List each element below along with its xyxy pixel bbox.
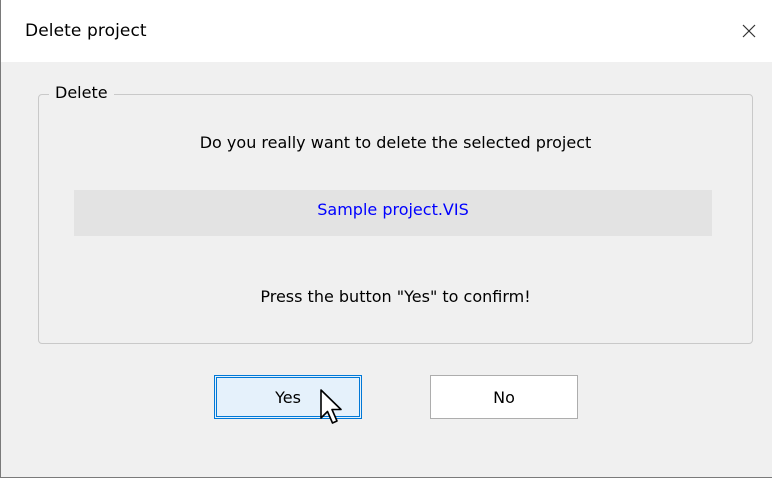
yes-button[interactable]: Yes [214, 375, 362, 419]
delete-question-text: Do you really want to delete the selecte… [199, 133, 592, 152]
project-name-box: Sample project.VIS [74, 190, 712, 236]
close-button[interactable] [726, 0, 772, 62]
close-icon [742, 24, 756, 38]
no-button-label: No [493, 387, 515, 407]
no-button[interactable]: No [430, 375, 578, 419]
groupbox-legend: Delete [49, 83, 114, 102]
yes-button-label: Yes [275, 387, 301, 407]
title-bar: Delete project [1, 0, 772, 62]
project-name: Sample project.VIS [317, 200, 469, 219]
confirm-hint-text: Press the button "Yes" to confirm! [260, 287, 531, 306]
dialog-title: Delete project [25, 21, 147, 41]
delete-project-dialog: Delete project Delete Do you really want… [0, 0, 772, 478]
